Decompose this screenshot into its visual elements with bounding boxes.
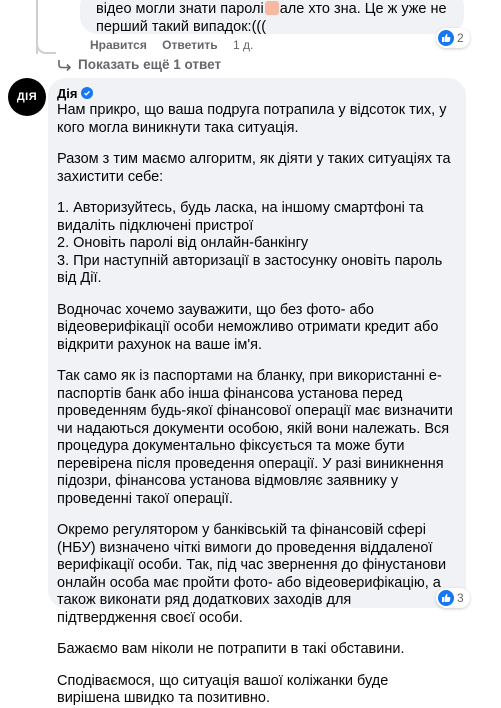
previous-comment-actions: Нравится Ответить 1 д. xyxy=(90,38,265,52)
avatar[interactable]: ДІЯ xyxy=(8,78,46,116)
reaction-count: 3 xyxy=(457,591,464,605)
avatar-logo-text: ДІЯ xyxy=(16,91,38,103)
reply-paragraph: Водночас хочемо зауважити, що без фото- … xyxy=(57,301,439,353)
reply-paragraph: Так само як із паспортами на бланку, при… xyxy=(57,368,453,507)
reply-link[interactable]: Ответить xyxy=(162,38,217,52)
thumbs-up-icon xyxy=(438,590,454,606)
reaction-count-pill[interactable]: 2 xyxy=(436,28,470,48)
thread-connector xyxy=(36,28,56,54)
comment-timestamp[interactable]: 1 д. xyxy=(233,38,253,52)
show-more-replies-link[interactable]: Показать ещё 1 ответ xyxy=(58,57,221,72)
previous-comment-text-start: відео могли знати паролі xyxy=(96,1,264,17)
reaction-count: 2 xyxy=(457,31,464,45)
reply-paragraph: Окремо регулятором у банківській та фіна… xyxy=(57,522,447,626)
reply-arrow-icon xyxy=(58,59,72,71)
reply-paragraph: Разом з тим маємо алгоритм, як діяти у т… xyxy=(57,151,451,185)
person-facepalm-emoji-icon xyxy=(264,1,279,15)
author-name[interactable]: Дія xyxy=(57,86,77,101)
previous-comment-bubble: відео могли знати паролі але хто зна. Це … xyxy=(80,0,464,35)
show-more-label: Показать ещё 1 ответ xyxy=(78,57,222,72)
reply-paragraph: Бажаємо вам ніколи не потрапити в такі о… xyxy=(57,641,405,657)
comment-author[interactable]: Дія xyxy=(57,84,454,102)
like-link[interactable]: Нравится xyxy=(90,38,147,52)
verified-badge-icon xyxy=(81,87,94,99)
reply-paragraph: Сподіваємося, що ситуація вашої коліжанк… xyxy=(57,672,389,707)
thumbs-up-icon xyxy=(438,30,454,46)
reply-comment-bubble: Дія Нам прикро, що ваша подруга потрапил… xyxy=(48,78,466,706)
reply-paragraph: Нам прикро, що ваша подруга потрапила у … xyxy=(57,102,447,136)
reply-reaction-count-pill[interactable]: 3 xyxy=(436,588,470,608)
reply-paragraph-steps: 1. Авторизуйтесь, будь ласка, на іншому … xyxy=(57,200,443,286)
